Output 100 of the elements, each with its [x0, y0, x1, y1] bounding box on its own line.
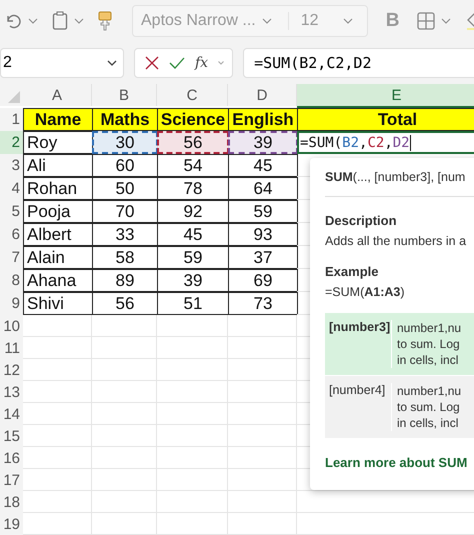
row-header[interactable]: 13 — [0, 381, 23, 403]
table-cell: 37 — [228, 246, 298, 269]
table-cell: 59 — [228, 200, 298, 223]
example-heading: Example — [325, 264, 380, 279]
empty-cell — [157, 381, 228, 403]
table-cell: Roy — [23, 131, 93, 154]
row-header[interactable]: 14 — [0, 403, 23, 425]
function-signature: SUM(..., [number3], [num — [325, 170, 466, 184]
column-header[interactable]: D — [228, 84, 297, 106]
table-cell: Ali — [23, 154, 93, 177]
description-text: Adds all the numbers in a — [325, 234, 468, 248]
table-cell: Pooja — [23, 200, 93, 223]
clipboard-icon[interactable] — [52, 11, 68, 31]
example-text: =SUM(A1:A3) — [325, 285, 406, 299]
check-icon[interactable] — [169, 57, 185, 69]
function-button[interactable]: fx — [195, 55, 208, 71]
row-header[interactable]: 8 — [0, 269, 23, 292]
column-header[interactable]: E — [297, 84, 474, 108]
empty-cell — [228, 513, 297, 535]
argument-name: [number4] — [325, 383, 392, 431]
description-heading: Description — [325, 213, 398, 228]
empty-cell — [92, 315, 157, 337]
table-cell: 58 — [92, 246, 158, 269]
argument-text: to sum. Log — [397, 399, 461, 415]
borders-icon[interactable] — [417, 12, 436, 30]
row-header[interactable]: 2 — [0, 131, 23, 154]
column-header[interactable]: C — [157, 84, 228, 106]
table-cell: 59 — [157, 246, 229, 269]
row-header[interactable]: 1 — [0, 108, 23, 131]
empty-cell — [157, 513, 228, 535]
table-cell: 60 — [92, 154, 158, 177]
editing-cell[interactable]: =SUM(B2,C2,D2 — [297, 131, 474, 154]
argument-name: [number3] — [325, 320, 392, 368]
row-header[interactable]: 4 — [0, 177, 23, 200]
argument-text: to sum. Log — [397, 336, 461, 352]
table-cell: 56 — [92, 292, 158, 315]
empty-cell — [92, 513, 157, 535]
row-header[interactable]: 10 — [0, 315, 23, 337]
empty-cell — [92, 403, 157, 425]
empty-cell — [228, 491, 297, 513]
brush-icon[interactable] — [98, 11, 112, 31]
row-header[interactable]: 18 — [0, 491, 23, 513]
table-cell: 93 — [228, 223, 298, 246]
row-header[interactable]: 6 — [0, 223, 23, 246]
table-cell: Albert — [23, 223, 93, 246]
caret-icon[interactable] — [107, 60, 117, 66]
empty-cell — [157, 491, 228, 513]
table-cell: 70 — [92, 200, 158, 223]
table-cell: 54 — [157, 154, 229, 177]
empty-cell — [157, 359, 228, 381]
table-cell: Alain — [23, 246, 93, 269]
table-cell: 45 — [228, 154, 298, 177]
empty-cell — [157, 403, 228, 425]
table-cell: 50 — [92, 177, 158, 200]
empty-cell — [92, 447, 157, 469]
formula-field[interactable]: =SUM(B2,C2,D2 — [243, 48, 474, 78]
table-cell: Ahana — [23, 269, 93, 292]
empty-cell — [92, 491, 157, 513]
row-header[interactable]: 3 — [0, 154, 23, 177]
argument-text: in cells, incl — [397, 352, 460, 368]
argument-text: number1,nu — [397, 320, 462, 336]
row-header[interactable]: 7 — [0, 246, 23, 269]
row-header[interactable]: 11 — [0, 337, 23, 359]
table-cell: 64 — [228, 177, 298, 200]
table-cell: 92 — [157, 200, 229, 223]
empty-cell — [157, 447, 228, 469]
empty-cell — [92, 381, 157, 403]
table-cell: Name — [23, 108, 93, 131]
name-box[interactable]: 2 — [0, 48, 124, 78]
row-header[interactable]: 12 — [0, 359, 23, 381]
empty-cell — [92, 359, 157, 381]
argument-text: in cells, incl — [397, 415, 460, 431]
cancel-icon[interactable] — [145, 56, 159, 70]
table-cell: 78 — [157, 177, 229, 200]
table-cell: 89 — [92, 269, 158, 292]
table-cell: 45 — [157, 223, 229, 246]
empty-cell — [92, 425, 157, 447]
column-header[interactable]: B — [92, 84, 157, 106]
row-header[interactable]: 15 — [0, 425, 23, 447]
row-header[interactable]: 9 — [0, 292, 23, 315]
table-cell: Science — [157, 108, 229, 131]
table-cell: 51 — [157, 292, 229, 315]
table-cell: English — [228, 108, 298, 131]
table-cell: 33 — [92, 223, 158, 246]
table-cell: 30 — [92, 131, 158, 154]
row-header[interactable]: 16 — [0, 447, 23, 469]
learn-more-link[interactable]: Learn more about SUM — [325, 455, 468, 470]
row-header[interactable]: 17 — [0, 469, 23, 491]
column-header[interactable]: A — [23, 84, 92, 106]
empty-cell — [157, 337, 228, 359]
empty-cell — [92, 469, 157, 491]
row-header[interactable]: 19 — [0, 513, 23, 535]
row-header[interactable]: 5 — [0, 200, 23, 223]
table-cell: 39 — [157, 269, 229, 292]
table-cell: Shivi — [23, 292, 93, 315]
table-cell: 69 — [228, 269, 298, 292]
empty-cell — [157, 425, 228, 447]
table-cell: 73 — [228, 292, 298, 315]
argument-text: number1,nu — [397, 383, 462, 399]
empty-cell — [92, 337, 157, 359]
